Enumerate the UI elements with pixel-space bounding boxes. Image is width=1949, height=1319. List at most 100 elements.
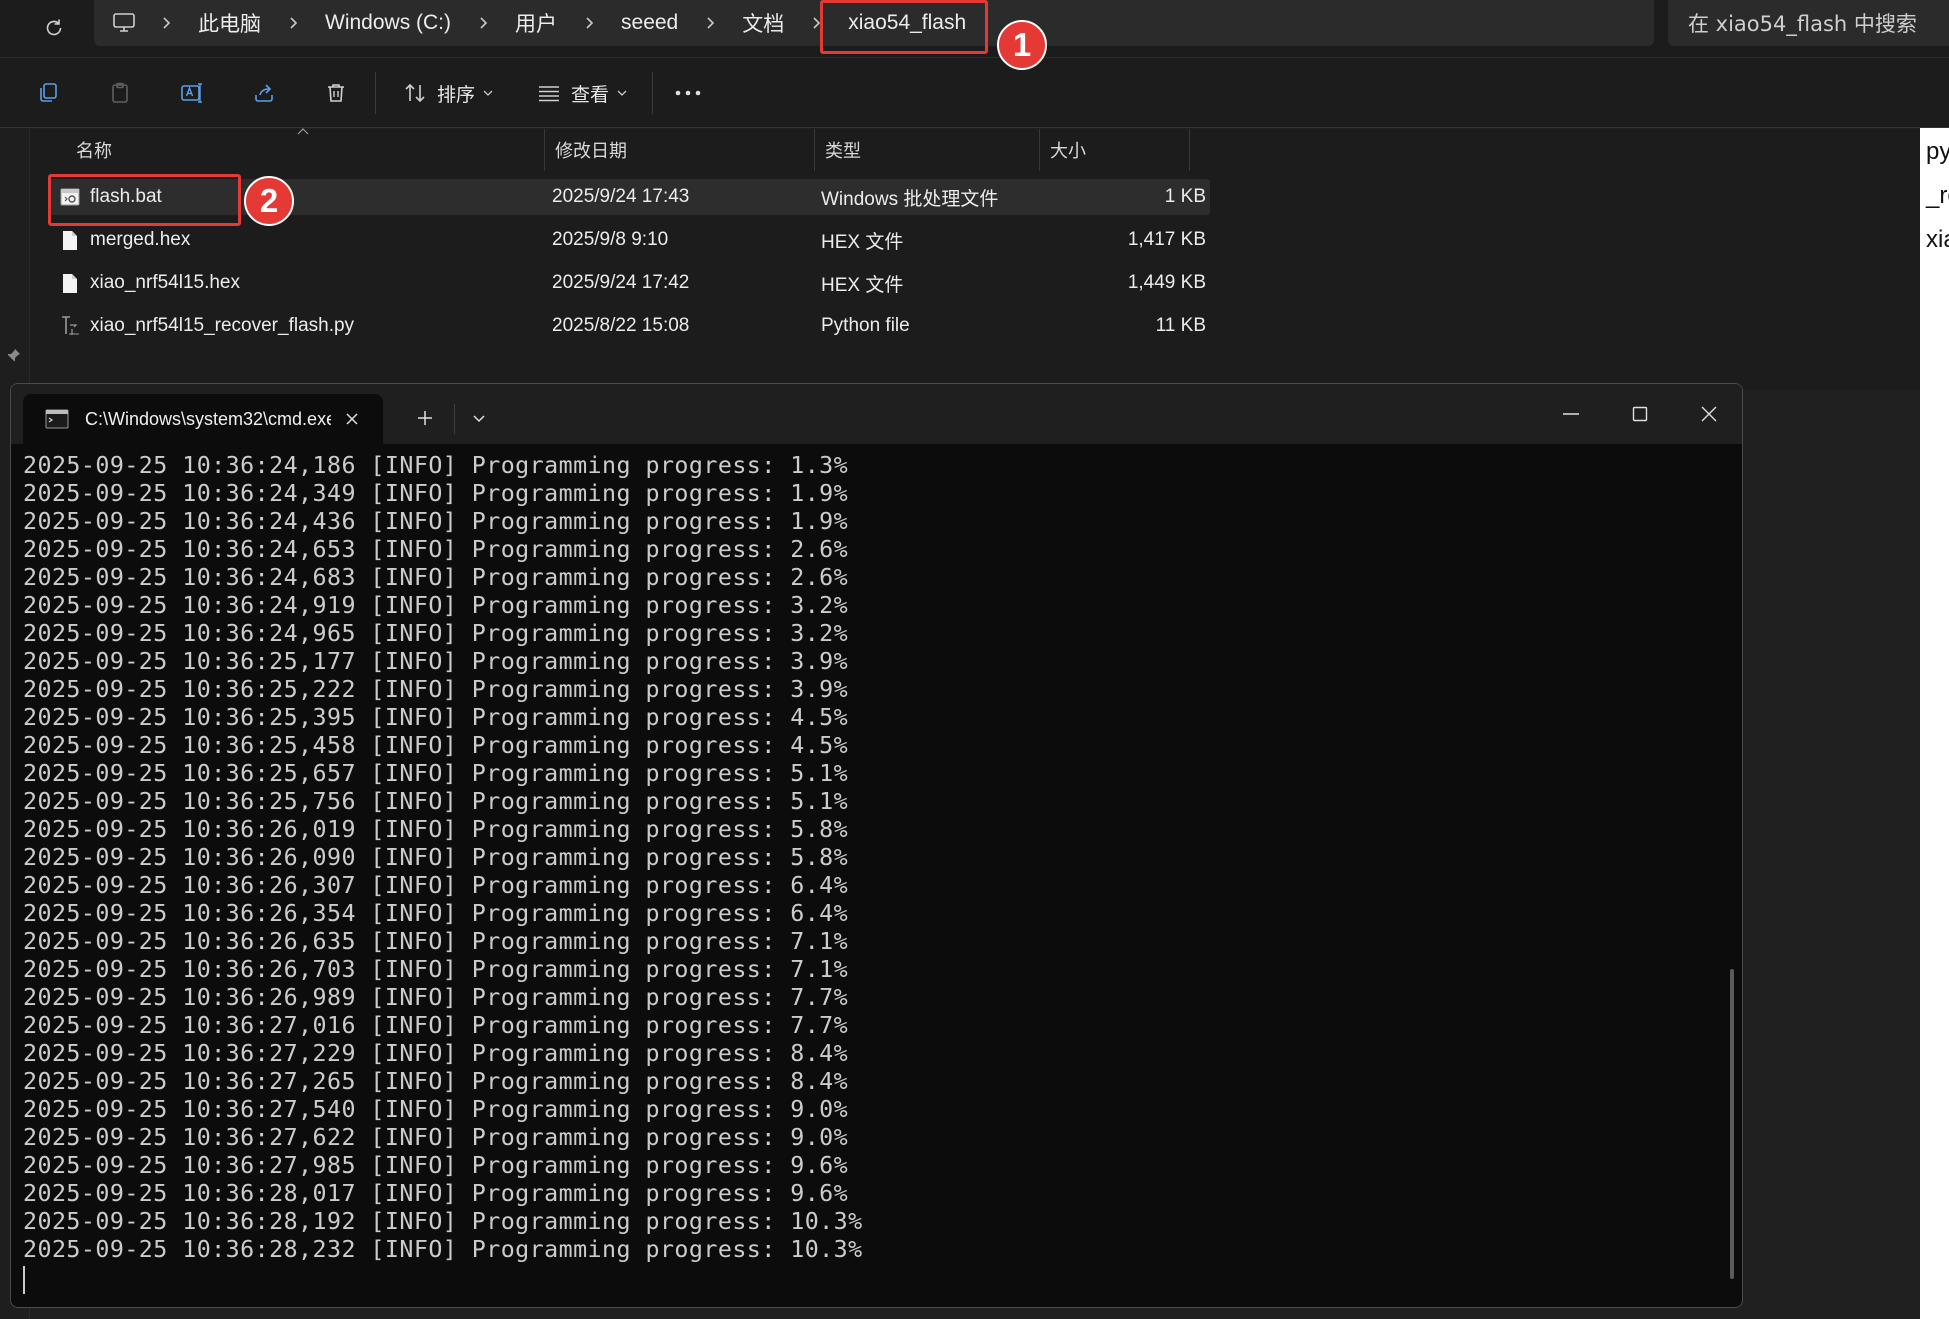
close-icon (1701, 406, 1717, 422)
file-modified: 2025/9/8 9:10 (552, 229, 669, 250)
chevron-right-icon[interactable] (577, 0, 601, 46)
log-line: 2025-09-25 10:36:24,349 [INFO] Programmi… (23, 480, 849, 507)
tab-dropdown-button[interactable] (463, 402, 495, 434)
close-tab-button[interactable] (341, 408, 363, 430)
rename-button[interactable] (172, 73, 212, 113)
file-type: HEX 文件 (821, 274, 904, 296)
more-options-button[interactable] (668, 73, 708, 113)
breadcrumb-item-seeed[interactable]: seeed (601, 0, 698, 46)
share-button[interactable] (244, 73, 284, 113)
chevron-right-icon[interactable] (698, 0, 722, 46)
terminal-output[interactable]: 2025-09-25 10:36:24,186 [INFO] Programmi… (11, 444, 1742, 1307)
log-line: 2025-09-25 10:36:24,186 [INFO] Programmi… (23, 452, 849, 479)
refresh-button[interactable] (34, 8, 74, 48)
log-line: 2025-09-25 10:36:27,540 [INFO] Programmi… (23, 1096, 849, 1123)
background-text: xia (1926, 226, 1949, 253)
file-size: 1,449 KB (1127, 272, 1206, 293)
step-badge-1: 1 (997, 20, 1047, 70)
copy-icon (40, 83, 57, 102)
log-line: 2025-09-25 10:36:25,458 [INFO] Programmi… (23, 732, 849, 759)
file-size: 1,417 KB (1127, 229, 1206, 250)
sort-label: 排序 (436, 83, 475, 106)
log-line: 2025-09-25 10:36:28,192 [INFO] Programmi… (23, 1208, 863, 1235)
trash-icon (328, 84, 344, 102)
plus-icon (418, 411, 432, 425)
new-tab-button[interactable] (409, 402, 441, 434)
log-line: 2025-09-25 10:36:24,965 [INFO] Programmi… (23, 620, 849, 647)
chevron-right-icon[interactable] (281, 0, 305, 46)
sort-ascending-icon (297, 128, 309, 135)
toolbar-divider (375, 72, 376, 114)
column-header-size[interactable]: 大小 (1040, 129, 1190, 171)
view-button[interactable]: 查看 (532, 73, 632, 113)
file-list: 名称 修改日期 类型 大小 flash.bat 2025/9/24 17:43 … (30, 128, 1920, 389)
file-name: merged.hex (90, 229, 191, 250)
log-line: 2025-09-25 10:36:28,232 [INFO] Programmi… (23, 1236, 863, 1263)
search-input[interactable]: 在 xiao54_flash 中搜索 (1668, 0, 1949, 46)
terminal-titlebar: C:\Windows\system32\cmd.exe (11, 384, 1742, 444)
log-line: 2025-09-25 10:36:26,703 [INFO] Programmi… (23, 956, 849, 983)
background-window-fragment: py _re xia (1920, 128, 1949, 1319)
log-line: 2025-09-25 10:36:25,657 [INFO] Programmi… (23, 760, 849, 787)
chevron-down-icon (617, 90, 627, 96)
this-pc-crumb[interactable] (94, 0, 154, 46)
sort-button[interactable]: 排序 (398, 73, 498, 113)
log-line: 2025-09-25 10:36:25,756 [INFO] Programmi… (23, 788, 849, 815)
step-badge-2: 2 (244, 176, 294, 226)
log-line: 2025-09-25 10:36:24,653 [INFO] Programmi… (23, 536, 849, 563)
log-line: 2025-09-25 10:36:26,635 [INFO] Programmi… (23, 928, 849, 955)
file-type: Python file (821, 315, 910, 336)
file-icon (60, 272, 80, 294)
share-icon (255, 84, 273, 102)
log-line: 2025-09-25 10:36:25,395 [INFO] Programmi… (23, 704, 849, 731)
log-line: 2025-09-25 10:36:27,985 [INFO] Programmi… (23, 1152, 849, 1179)
command-bar: 排序 查看 (0, 58, 1949, 128)
log-line: 2025-09-25 10:36:26,989 [INFO] Programmi… (23, 984, 849, 1011)
highlight-box-folder (820, 0, 988, 54)
chevron-right-icon[interactable] (471, 0, 495, 46)
file-modified: 2025/9/24 17:42 (552, 272, 690, 293)
python-file-icon (60, 315, 80, 337)
column-header-type[interactable]: 类型 (815, 129, 1040, 171)
minimize-button[interactable] (1551, 394, 1591, 434)
terminal-window: C:\Windows\system32\cmd.exe 2025-09-25 1… (10, 383, 1743, 1308)
log-line: 2025-09-25 10:36:25,177 [INFO] Programmi… (23, 648, 849, 675)
pin-icon (8, 349, 20, 361)
breadcrumb-item-this-pc[interactable]: 此电脑 (178, 0, 281, 46)
file-modified: 2025/9/24 17:43 (552, 186, 690, 207)
chevron-down-icon (473, 415, 485, 423)
file-size: 1 KB (1164, 186, 1206, 207)
scrollbar-thumb[interactable] (1730, 969, 1734, 1279)
close-window-button[interactable] (1689, 394, 1729, 434)
file-row[interactable]: merged.hex 2025/9/8 9:10 HEX 文件 1,417 KB (48, 222, 1210, 258)
clipboard-icon (112, 82, 128, 103)
sort-icon (405, 83, 425, 103)
log-line: 2025-09-25 10:36:28,017 [INFO] Programmi… (23, 1180, 849, 1207)
column-header-name[interactable]: 名称 (30, 129, 545, 171)
column-header-modified[interactable]: 修改日期 (545, 129, 815, 171)
file-type: Windows 批处理文件 (821, 188, 999, 210)
chevron-right-icon[interactable] (154, 0, 178, 46)
paste-button[interactable] (100, 73, 140, 113)
terminal-tab[interactable]: C:\Windows\system32\cmd.exe (23, 394, 383, 444)
file-name-cell: xiao_nrf54l15_recover_flash.py (60, 315, 354, 337)
maximize-button[interactable] (1620, 394, 1660, 434)
log-line: 2025-09-25 10:36:24,436 [INFO] Programmi… (23, 508, 849, 535)
rename-icon (181, 83, 202, 103)
file-row[interactable]: xiao_nrf54l15.hex 2025/9/24 17:42 HEX 文件… (48, 265, 1210, 301)
file-modified: 2025/8/22 15:08 (552, 315, 690, 336)
breadcrumb-item-documents[interactable]: 文档 (722, 0, 804, 46)
background-text: _re (1926, 182, 1949, 209)
more-icon (675, 90, 701, 96)
file-name-cell: merged.hex (60, 229, 190, 251)
view-label: 查看 (570, 83, 609, 106)
breadcrumb-item-drive[interactable]: Windows (C:) (305, 0, 471, 46)
file-size: 11 KB (1155, 315, 1206, 336)
column-headers: 名称 修改日期 类型 大小 (30, 129, 1190, 171)
file-row[interactable]: xiao_nrf54l15_recover_flash.py 2025/8/22… (48, 308, 1210, 344)
breadcrumb-item-users[interactable]: 用户 (495, 0, 577, 46)
file-name: xiao_nrf54l15_recover_flash.py (90, 315, 355, 336)
delete-button[interactable] (316, 73, 356, 113)
copy-button[interactable] (28, 73, 68, 113)
highlight-box-file (48, 174, 241, 226)
